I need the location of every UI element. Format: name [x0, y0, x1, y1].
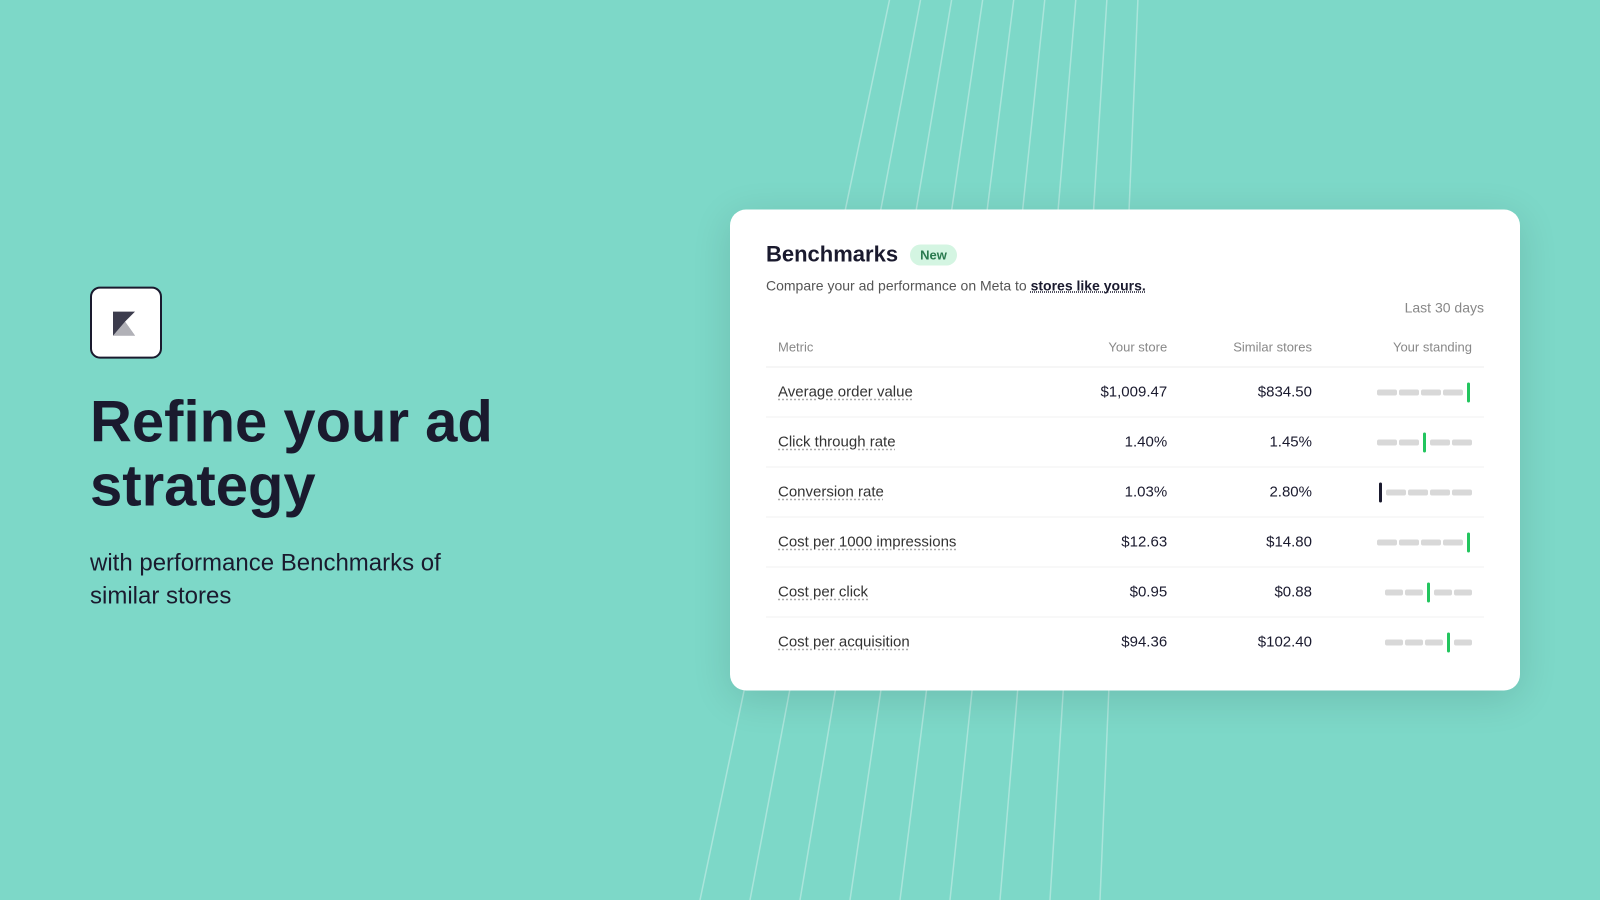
bar-segment [1443, 539, 1463, 545]
your-store-value: $0.95 [1051, 567, 1179, 617]
col-metric: Metric [766, 332, 1051, 368]
bar-marker [1447, 632, 1450, 652]
card-header: Benchmarks New [766, 242, 1484, 268]
similar-stores-value: $834.50 [1179, 367, 1324, 417]
col-your-standing: Your standing [1324, 332, 1484, 368]
your-store-value: $94.36 [1051, 617, 1179, 667]
bar-segment [1377, 389, 1397, 395]
bar-segment [1377, 539, 1397, 545]
metric-name: Average order value [778, 384, 913, 401]
bar-segment [1425, 639, 1443, 645]
bar-segment [1399, 389, 1419, 395]
metric-name: Conversion rate [778, 484, 884, 501]
bar-segment [1386, 489, 1406, 495]
bar-segment [1452, 489, 1472, 495]
bar-segment [1399, 439, 1419, 445]
table-row: Cost per 1000 impressions $12.63$14.80 [766, 517, 1484, 567]
bar-marker [1379, 482, 1382, 502]
bar-segment [1377, 439, 1397, 445]
metric-name: Cost per click [778, 584, 868, 601]
new-badge: New [910, 244, 957, 265]
left-panel: Refine your ad strategy with performance… [90, 287, 510, 614]
card-title: Benchmarks [766, 242, 898, 268]
standing-cell [1324, 567, 1484, 617]
bar-segment [1430, 489, 1450, 495]
similar-stores-value: $14.80 [1179, 517, 1324, 567]
similar-stores-value: $0.88 [1179, 567, 1324, 617]
standing-cell [1324, 517, 1484, 567]
metric-name: Cost per 1000 impressions [778, 534, 956, 551]
card-period: Last 30 days [766, 300, 1484, 316]
bar-segment [1385, 589, 1403, 595]
similar-stores-value: 1.45% [1179, 417, 1324, 467]
table-row: Cost per acquisition $94.36$102.40 [766, 617, 1484, 667]
col-similar-stores: Similar stores [1179, 332, 1324, 368]
bar-segment [1385, 639, 1403, 645]
similar-stores-value: 2.80% [1179, 467, 1324, 517]
standing-bar [1336, 384, 1472, 400]
your-store-value: $12.63 [1051, 517, 1179, 567]
standing-cell [1324, 367, 1484, 417]
card-subtitle: Compare your ad performance on Meta to s… [766, 278, 1484, 294]
bar-marker [1467, 382, 1470, 402]
bar-segment [1434, 589, 1452, 595]
bar-marker [1423, 432, 1426, 452]
logo-icon [105, 302, 147, 344]
table-row: Click through rate 1.40%1.45% [766, 417, 1484, 467]
col-your-store: Your store [1051, 332, 1179, 368]
standing-bar [1336, 634, 1472, 650]
subtitle-bold: stores like yours. [1031, 278, 1146, 294]
standing-bar [1336, 534, 1472, 550]
standing-bar [1336, 484, 1472, 500]
bar-marker [1467, 532, 1470, 552]
your-store-value: 1.40% [1051, 417, 1179, 467]
benchmarks-table: Metric Your store Similar stores Your st… [766, 332, 1484, 667]
logo-box [90, 287, 162, 359]
bar-segment [1408, 489, 1428, 495]
header-row: Metric Your store Similar stores Your st… [766, 332, 1484, 368]
bar-segment [1443, 389, 1463, 395]
standing-cell [1324, 417, 1484, 467]
similar-stores-value: $102.40 [1179, 617, 1324, 667]
bar-segment [1452, 439, 1472, 445]
standing-cell [1324, 617, 1484, 667]
table-header: Metric Your store Similar stores Your st… [766, 332, 1484, 368]
your-store-value: $1,009.47 [1051, 367, 1179, 417]
table-row: Cost per click $0.95$0.88 [766, 567, 1484, 617]
table-row: Conversion rate 1.03%2.80% [766, 467, 1484, 517]
subtext: with performance Benchmarks of similar s… [90, 546, 470, 613]
metric-name: Cost per acquisition [778, 634, 910, 651]
standing-cell [1324, 467, 1484, 517]
bar-segment [1421, 539, 1441, 545]
bar-segment [1405, 589, 1423, 595]
headline: Refine your ad strategy [90, 391, 510, 519]
bar-segment [1430, 439, 1450, 445]
bar-segment [1399, 539, 1419, 545]
bar-marker [1427, 582, 1430, 602]
bar-segment [1454, 639, 1472, 645]
standing-bar [1336, 584, 1472, 600]
bar-segment [1405, 639, 1423, 645]
bar-segment [1454, 589, 1472, 595]
table-body: Average order value$1,009.47$834.50Click… [766, 367, 1484, 667]
metric-name: Click through rate [778, 434, 896, 451]
subtitle-plain: Compare your ad performance on Meta to [766, 278, 1031, 294]
table-row: Average order value $1,009.47$834.50 [766, 367, 1484, 417]
bar-segment [1421, 389, 1441, 395]
your-store-value: 1.03% [1051, 467, 1179, 517]
benchmarks-card: Benchmarks New Compare your ad performan… [730, 210, 1520, 691]
standing-bar [1336, 434, 1472, 450]
